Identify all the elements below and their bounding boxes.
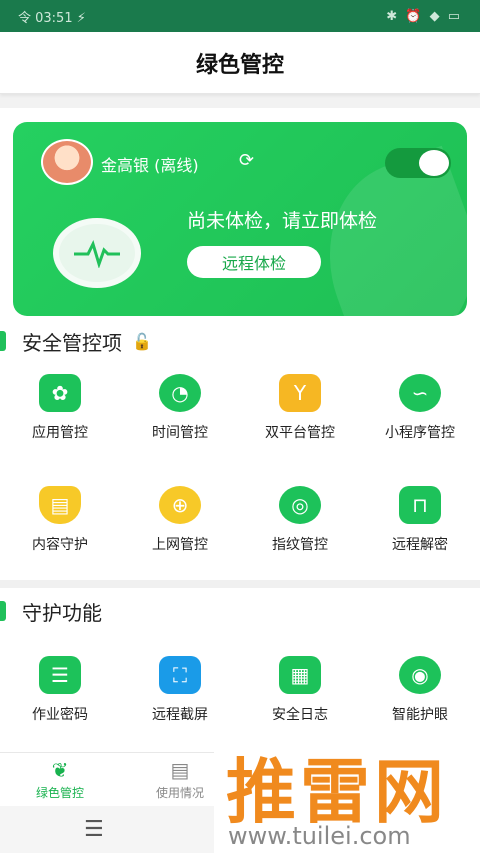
grid-item-homework-password[interactable]: ☰ 作业密码	[0, 634, 120, 746]
lock-icon: ⊓	[399, 486, 441, 524]
item-label: 安全日志	[272, 707, 328, 723]
status-bar: 令 03:51 ⚡ ✱ ⏰ ◆ ▭	[0, 0, 480, 32]
item-label: 上网管控	[152, 537, 208, 553]
item-label: 双平台管控	[265, 425, 335, 441]
grid-item-security-log[interactable]: ▦ 安全日志	[240, 634, 360, 746]
mini-program-icon: ∽	[399, 374, 441, 412]
refresh-icon[interactable]: ⟳	[239, 150, 254, 171]
toggle-knob	[419, 150, 449, 176]
device-card: 金高银 (离线) ⟳ 尚未体检，请立即体检 远程体检	[13, 122, 467, 316]
item-label: 时间管控	[152, 425, 208, 441]
section-divider	[0, 580, 480, 588]
unlock-icon[interactable]: 🔓	[132, 332, 152, 351]
menu-icon[interactable]: ☰	[84, 817, 104, 842]
grid-item-eye-care[interactable]: ◉ 智能护眼	[360, 634, 480, 746]
tab-green-control[interactable]: ❦ 绿色管控	[0, 753, 120, 806]
eye-icon: ◉	[399, 656, 441, 694]
avatar[interactable]	[41, 139, 93, 185]
grid-item-dual-platform[interactable]: Y 双平台管控	[240, 352, 360, 464]
page-title: 绿色管控	[195, 52, 284, 78]
item-label: 智能护眼	[392, 707, 448, 723]
item-label: 远程截屏	[152, 707, 208, 723]
watermark: 推雷网 www.tuilei.com	[214, 736, 480, 853]
username: 金高银 (离线)	[101, 156, 199, 175]
pulse-icon	[53, 218, 141, 288]
section-bar	[0, 601, 6, 621]
leaf-icon: ❦	[51, 758, 69, 782]
item-label: 应用管控	[32, 425, 88, 441]
item-label: 小程序管控	[385, 425, 455, 441]
grid-item-web-control[interactable]: ⊕ 上网管控	[120, 464, 240, 576]
check-status-text: 尚未体检，请立即体检	[187, 210, 378, 232]
grid-item-app-control[interactable]: ✿ 应用管控	[0, 352, 120, 464]
section-title-protection: 守护功能	[0, 596, 102, 626]
item-label: 作业密码	[32, 707, 88, 723]
shield-icon: ▤	[39, 486, 81, 524]
title-bar: 绿色管控	[0, 32, 480, 94]
globe-icon: ⊕	[159, 486, 201, 524]
remote-check-button[interactable]: 远程体检	[187, 246, 321, 278]
status-left: 令 03:51 ⚡	[18, 10, 86, 26]
item-label: 远程解密	[392, 537, 448, 553]
section-label: 守护功能	[22, 600, 102, 625]
grid-item-remote-unlock[interactable]: ⊓ 远程解密	[360, 464, 480, 576]
homework-lock-icon: ☰	[39, 656, 81, 694]
calendar-shield-icon: ▦	[279, 656, 321, 694]
section-bar	[0, 331, 6, 351]
tab-label: 绿色管控	[35, 786, 84, 800]
watermark-url: www.tuilei.com	[228, 822, 411, 850]
grid-item-content-guard[interactable]: ▤ 内容守护	[0, 464, 120, 576]
cube-icon: Y	[279, 374, 321, 412]
fingerprint-icon: ◎	[279, 486, 321, 524]
protection-grid: ☰ 作业密码 ⛶ 远程截屏 ▦ 安全日志 ◉ 智能护眼	[0, 634, 480, 746]
grid-item-fingerprint[interactable]: ◎ 指纹管控	[240, 464, 360, 576]
item-label: 内容守护	[32, 537, 88, 553]
item-label: 指纹管控	[272, 537, 328, 553]
main-content: 金高银 (离线) ⟳ 尚未体检，请立即体检 远程体检 安全管控项 🔓 ✿ 应用管…	[0, 108, 480, 752]
clipboard-icon: ▤	[170, 758, 190, 782]
status-right: ✱ ⏰ ◆ ▭	[386, 8, 462, 24]
tab-label: 使用情况	[155, 786, 204, 800]
control-toggle[interactable]	[385, 148, 451, 178]
screenshot-icon: ⛶	[159, 656, 201, 694]
grid-item-remote-screenshot[interactable]: ⛶ 远程截屏	[120, 634, 240, 746]
grid-item-time-control[interactable]: ◔ 时间管控	[120, 352, 240, 464]
app-control-icon: ✿	[39, 374, 81, 412]
clock-icon: ◔	[159, 374, 201, 412]
security-grid: ✿ 应用管控 ◔ 时间管控 Y 双平台管控 ∽ 小程序管控 ▤ 内容守护 ⊕ 上…	[0, 352, 480, 576]
grid-item-mini-program[interactable]: ∽ 小程序管控	[360, 352, 480, 464]
